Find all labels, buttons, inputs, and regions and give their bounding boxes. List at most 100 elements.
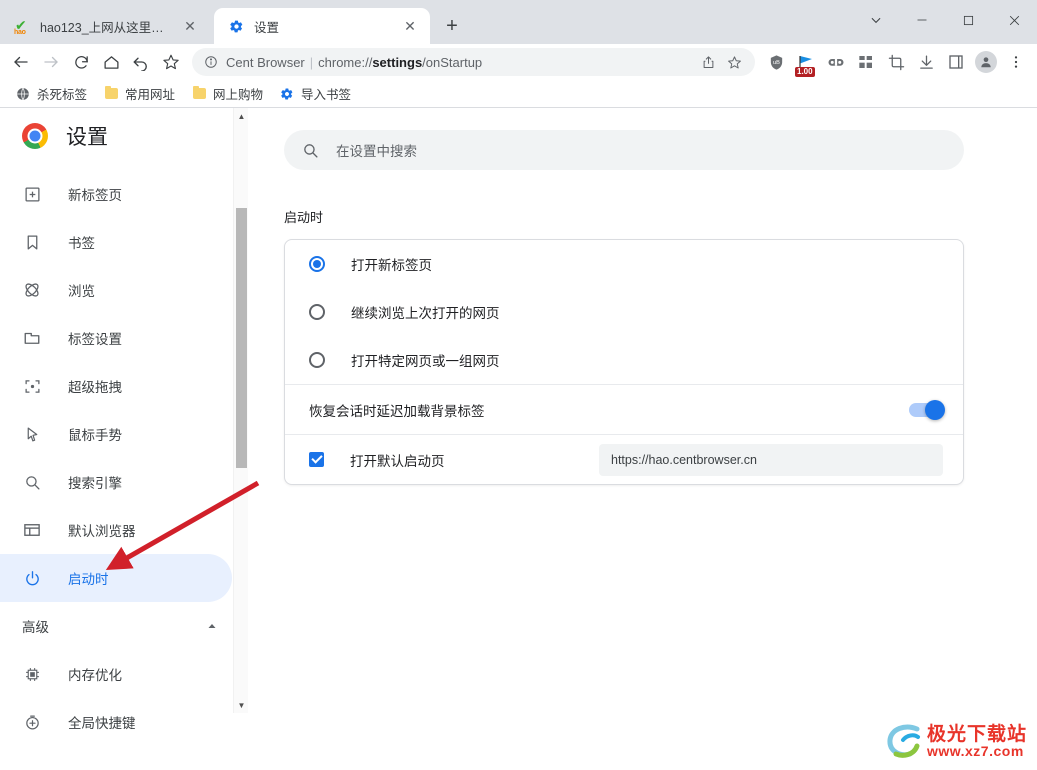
chrome-logo-icon — [22, 123, 48, 149]
sidebar-item-global-shortcuts[interactable]: 全局快捷键 — [0, 698, 232, 746]
scroll-down-arrow-icon[interactable]: ▼ — [234, 697, 249, 713]
maximize-button[interactable] — [945, 0, 991, 40]
startup-url-input[interactable]: https://hao.centbrowser.cn — [599, 443, 943, 476]
sidebar-item-label: 全局快捷键 — [68, 716, 136, 731]
bookmark-label: 杀死标签 — [37, 88, 88, 102]
search-icon — [22, 472, 42, 492]
close-button[interactable] — [991, 0, 1037, 40]
address-bar[interactable]: Cent Browser | chrome://settings/onStartup — [192, 48, 755, 76]
folder-icon — [103, 85, 119, 102]
new-tab-button[interactable]: + — [438, 12, 466, 40]
checkbox-label: 打开默认启动页 — [350, 453, 445, 469]
radio-button[interactable] — [309, 352, 325, 368]
tab-close-icon[interactable]: ✕ — [180, 16, 200, 36]
undo-close-tab-icon[interactable] — [126, 47, 156, 77]
flag-extension-icon[interactable]: 1.00 — [791, 47, 821, 77]
cpu-chip-icon — [22, 664, 42, 684]
sidebar-item-bookmarks[interactable]: 书签 — [0, 218, 232, 266]
bookmark-icon — [22, 232, 42, 252]
sidebar-item-mouse-gestures[interactable]: 鼠标手势 — [0, 410, 232, 458]
settings-content: 在设置中搜索 启动时 打开新标签页 继续浏览上次打开的网页 打开特定网页或一组网… — [248, 108, 1037, 769]
radio-button[interactable] — [309, 256, 325, 272]
folder-icon — [191, 85, 207, 102]
sidebar-item-label: 启动时 — [68, 572, 109, 587]
omnibox-site-name: Cent Browser — [226, 54, 305, 70]
search-icon — [302, 142, 322, 159]
toggle-label: 恢复会话时延迟加载背景标签 — [309, 403, 485, 419]
settings-page: 设置 新标签页 书签 浏览 标签设置 超级拖拽 鼠标手势 搜索引擎 默认浏览器 … — [0, 108, 1037, 769]
atom-browse-icon — [22, 280, 42, 300]
bookmark-label: 常用网址 — [125, 88, 176, 102]
default-startup-page-row[interactable]: 打开默认启动页 https://hao.centbrowser.cn — [285, 435, 963, 484]
reload-icon[interactable] — [66, 47, 96, 77]
sidebar-item-label: 默认浏览器 — [68, 524, 136, 539]
browser-toolbar: Cent Browser | chrome://settings/onStartup… — [0, 44, 1037, 80]
address-bar-text: Cent Browser | chrome://settings/onStartup — [220, 55, 695, 70]
tab-hao123[interactable]: ✔ hao hao123_上网从这里开始 ✕ — [0, 8, 210, 44]
sidebar-item-label: 超级拖拽 — [68, 380, 122, 395]
sidebar-item-search-engine[interactable]: 搜索引擎 — [0, 458, 232, 506]
bookmarks-bar: 杀死标签 常用网址 网上购物 导入书签 — [0, 80, 1037, 108]
sidebar-item-tab-settings[interactable]: 标签设置 — [0, 314, 232, 362]
ublock-shield-icon[interactable]: uB — [761, 47, 791, 77]
watermark-line2: www.xz7.com — [926, 742, 1024, 759]
scroll-up-arrow-icon[interactable]: ▲ — [234, 108, 249, 124]
extension-badge: 1.00 — [795, 67, 815, 77]
apps-grid-icon[interactable] — [851, 47, 881, 77]
tab-search-chevron-icon[interactable] — [853, 0, 899, 40]
sidebar-item-memory-optimize[interactable]: 内存优化 — [0, 650, 232, 698]
tab-close-icon[interactable]: ✕ — [400, 16, 420, 36]
radio-continue-last-session[interactable]: 继续浏览上次打开的网页 — [285, 288, 963, 336]
minimize-button[interactable] — [899, 0, 945, 40]
lazy-load-toggle[interactable] — [909, 399, 945, 420]
sidebar-scrollbar[interactable]: ▲ ▼ — [233, 108, 248, 713]
sidebar-item-new-tab[interactable]: 新标签页 — [0, 170, 232, 218]
tab-title: hao123_上网从这里开始 — [40, 20, 174, 35]
search-input[interactable]: 在设置中搜索 — [284, 130, 964, 170]
gear-icon — [279, 86, 295, 102]
tab-settings[interactable]: 设置 ✕ — [214, 8, 430, 44]
gear-icon — [228, 18, 245, 35]
browser-menu-icon[interactable] — [1001, 47, 1031, 77]
sidebar-item-label: 新标签页 — [68, 188, 122, 203]
section-title: 启动时 — [284, 210, 324, 225]
bookmark-folder-shopping[interactable]: 网上购物 — [184, 83, 270, 105]
radio-open-specific-pages[interactable]: 打开特定网页或一组网页 — [285, 336, 963, 384]
reading-glasses-icon[interactable] — [821, 47, 851, 77]
radio-label: 打开特定网页或一组网页 — [351, 354, 500, 369]
back-icon[interactable] — [6, 47, 36, 77]
folder-tab-icon — [22, 328, 42, 348]
share-icon[interactable] — [695, 55, 721, 70]
home-icon[interactable] — [96, 47, 126, 77]
radio-open-new-tab[interactable]: 打开新标签页 — [285, 240, 963, 288]
profile-avatar[interactable] — [971, 47, 1001, 77]
radio-button[interactable] — [309, 304, 325, 320]
forward-icon[interactable] — [36, 47, 66, 77]
sidebar-item-default-browser[interactable]: 默认浏览器 — [0, 506, 232, 554]
bookmark-folder-common-sites[interactable]: 常用网址 — [96, 83, 182, 105]
sidebar-section-advanced[interactable]: 高级 — [0, 602, 248, 650]
lazy-load-background-tabs-row[interactable]: 恢复会话时延迟加载背景标签 — [285, 385, 963, 434]
startup-options-card: 打开新标签页 继续浏览上次打开的网页 打开特定网页或一组网页 恢复会话时延迟加载… — [284, 239, 964, 485]
sidebar-section-label: 高级 — [22, 620, 49, 635]
scrollbar-thumb[interactable] — [236, 208, 247, 468]
sidebar-item-on-startup[interactable]: 启动时 — [0, 554, 232, 602]
tab-strip: ✔ hao hao123_上网从这里开始 ✕ 设置 ✕ + — [0, 0, 1037, 44]
bookmark-star-icon[interactable] — [156, 47, 186, 77]
side-panel-icon[interactable] — [941, 47, 971, 77]
sidebar-item-browse[interactable]: 浏览 — [0, 266, 232, 314]
bookmark-page-star-icon[interactable] — [721, 55, 747, 70]
chevron-up-icon — [206, 620, 218, 632]
power-icon — [22, 568, 42, 588]
startup-url-value: https://hao.centbrowser.cn — [611, 452, 757, 467]
globe-icon — [15, 86, 31, 102]
info-circle-icon[interactable] — [202, 55, 220, 69]
bookmark-item-kill-tabs[interactable]: 杀死标签 — [8, 83, 94, 105]
screenshot-crop-icon[interactable] — [881, 47, 911, 77]
default-startup-page-checkbox[interactable] — [309, 452, 324, 467]
omnibox-url-prefix: chrome:// — [318, 54, 373, 70]
sidebar-item-super-drag[interactable]: 超级拖拽 — [0, 362, 232, 410]
bookmark-item-import[interactable]: 导入书签 — [272, 83, 358, 105]
watermark-line1: 极光下载站 — [926, 723, 1027, 745]
downloads-icon[interactable] — [911, 47, 941, 77]
